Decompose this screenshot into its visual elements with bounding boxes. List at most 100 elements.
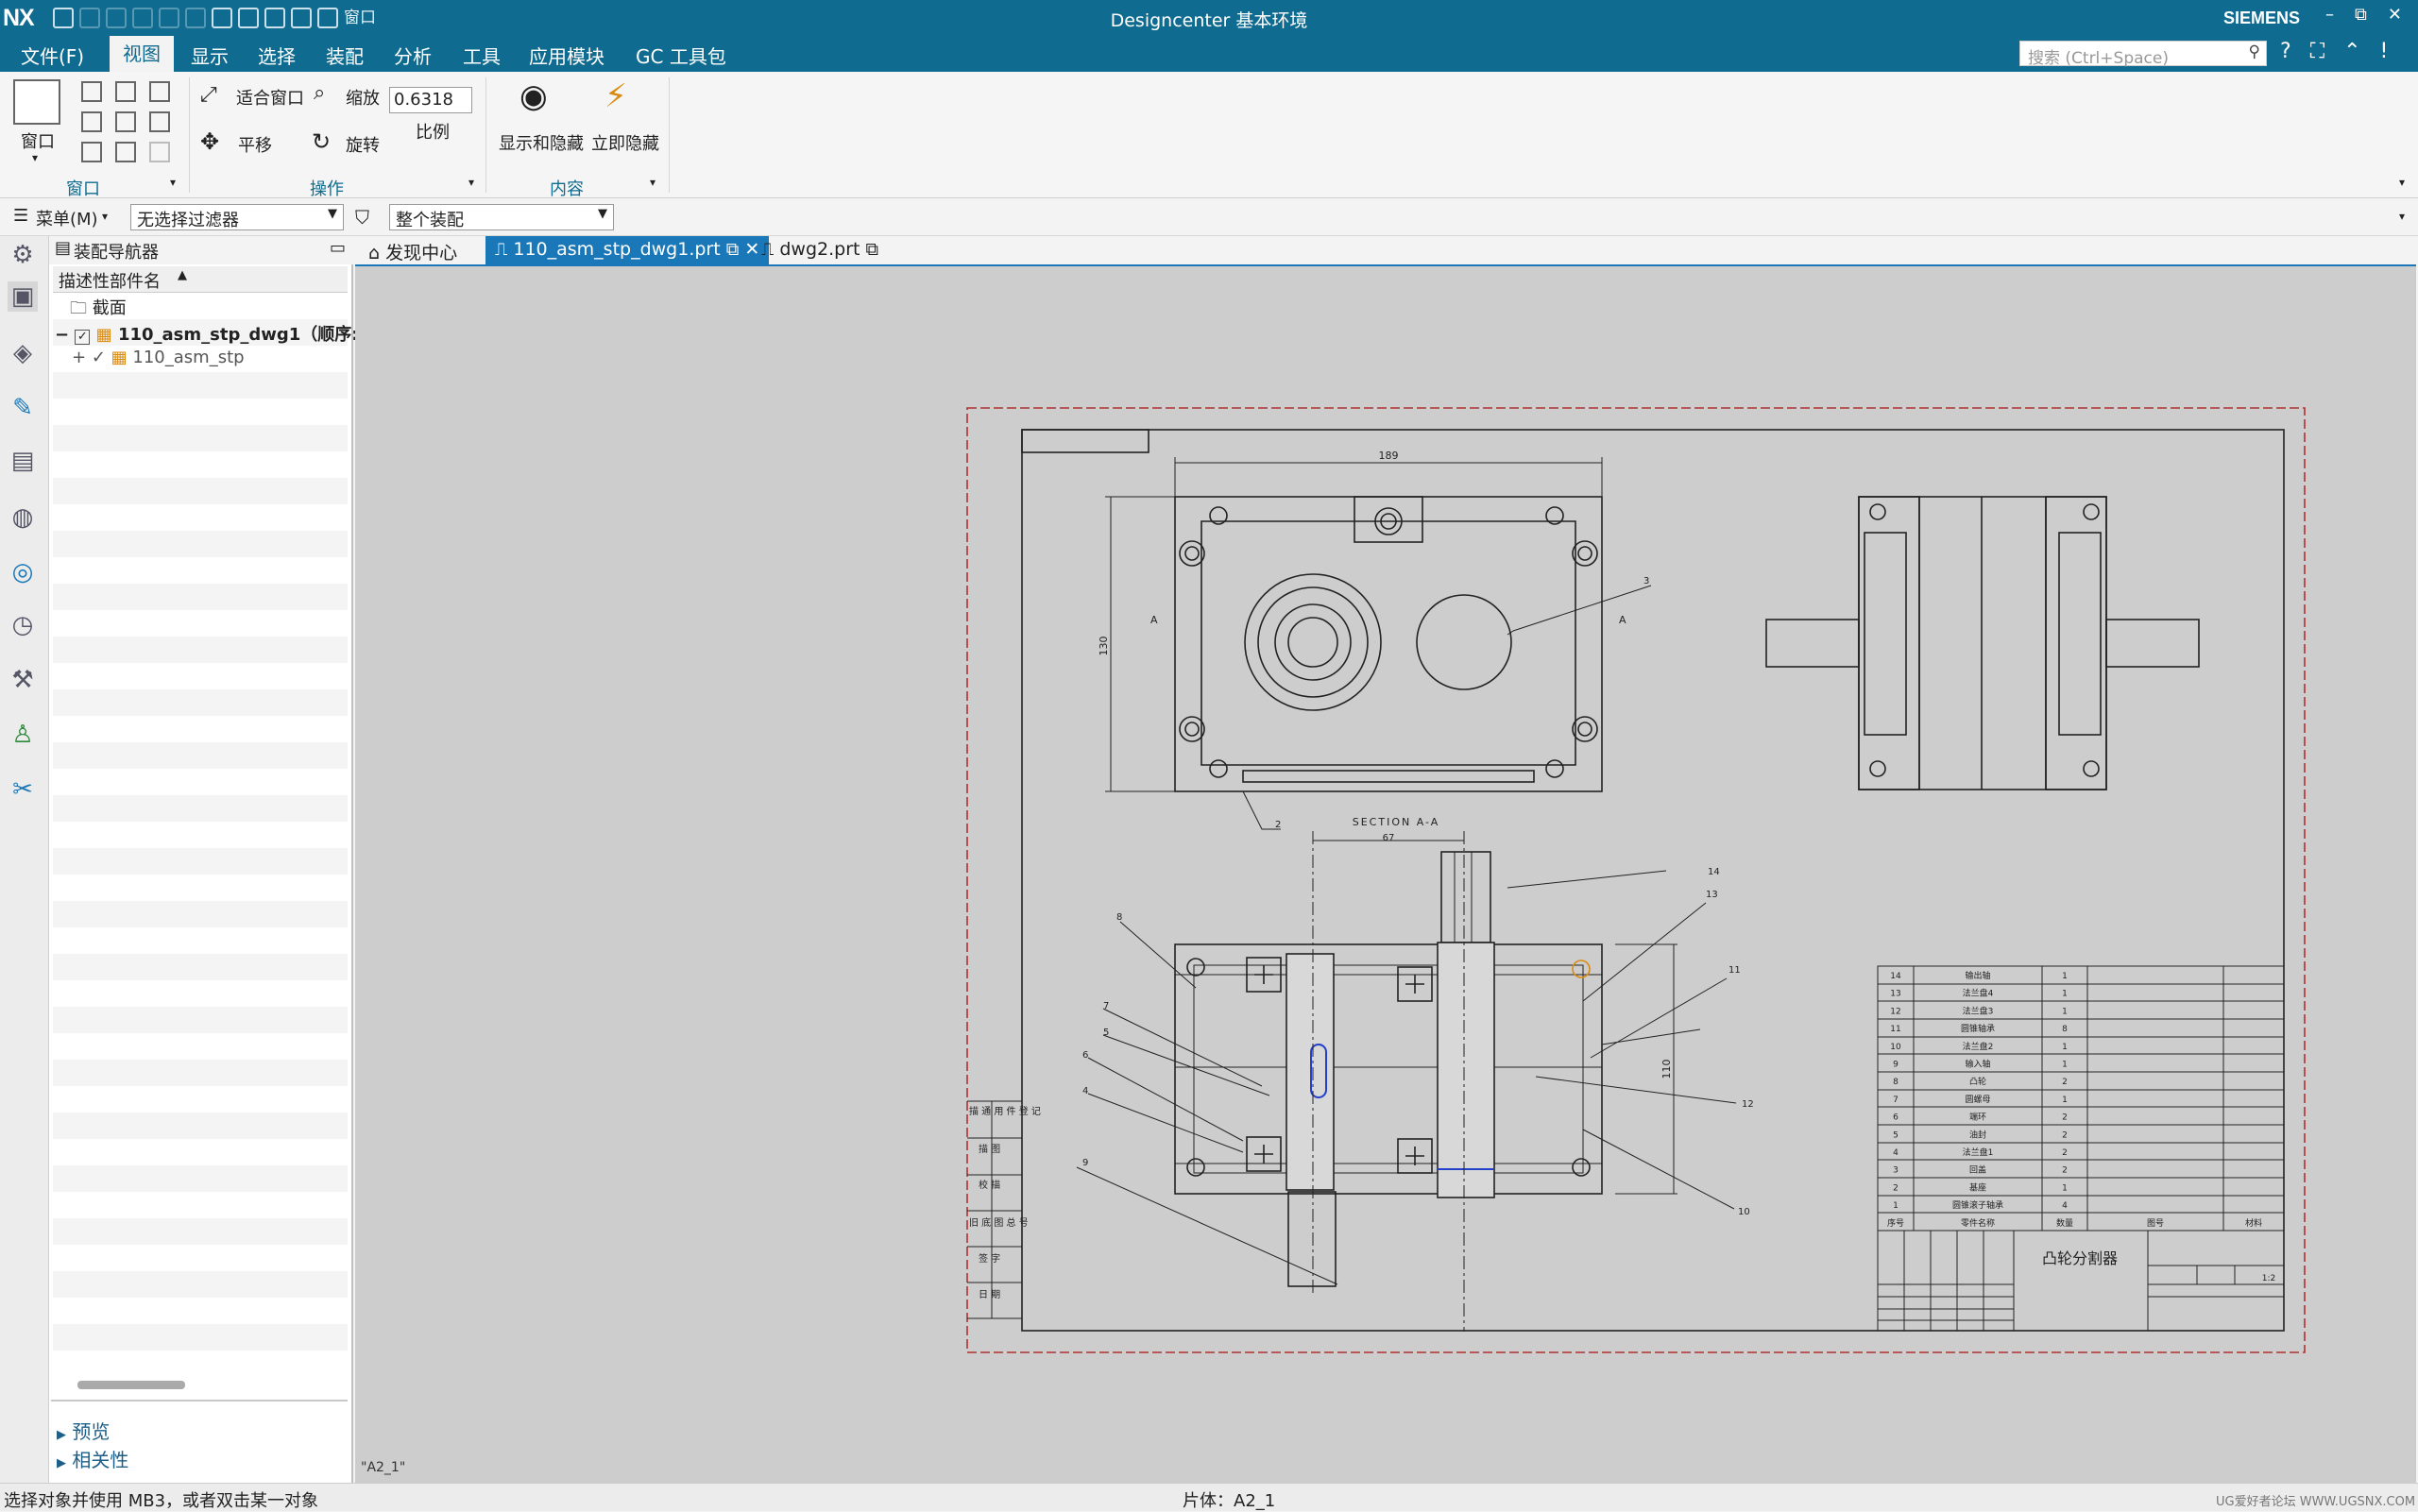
rotate-button[interactable]: 旋转 [346, 132, 380, 157]
bom-header-cell: 图号 [2147, 1218, 2164, 1229]
tab-label: 发现中心 [385, 243, 458, 263]
group-window-expand-icon[interactable]: ▾ [170, 176, 176, 189]
window-dropdown-icon[interactable]: ▾ [32, 151, 38, 164]
layout-four-alt-icon[interactable] [149, 111, 170, 132]
graphics-window[interactable]: 189 130 A A SECTION A-A 67 110 3 2 8 7 5… [355, 264, 2416, 1483]
fit-icon[interactable]: ⤢ [200, 83, 217, 107]
fullscreen-icon[interactable]: ⛶ [2310, 40, 2324, 63]
assembly-part-icon: ▦ [95, 325, 112, 345]
show-hide-button[interactable]: 显示和隐藏 [499, 130, 584, 155]
hide-now-icon[interactable]: ⚡ [604, 77, 627, 115]
maximize-panel-icon[interactable]: ▭ [330, 238, 346, 258]
ribbon-options-icon[interactable]: ▾ [2399, 176, 2405, 189]
menu-button[interactable]: 菜单(M) [36, 206, 98, 230]
menu-gc-toolkit[interactable]: GC 工具包 [636, 42, 726, 69]
group-ops-expand-icon[interactable]: ▾ [468, 176, 474, 189]
sort-ascending-icon[interactable]: ▲ [178, 268, 187, 282]
window-button-label[interactable]: 窗口 [21, 128, 55, 153]
zoom-scale-input[interactable]: 0.6318 [389, 87, 472, 113]
ribbon-separator [189, 77, 190, 193]
layout-six-alt-icon[interactable] [115, 142, 136, 162]
zoom-icon[interactable]: ⌕ [314, 81, 325, 105]
fit-button[interactable]: 适合窗口 [236, 85, 304, 110]
scope-dropdown[interactable]: 整个装配 ▼ [389, 204, 614, 230]
assembly-part-icon: ▦ [111, 348, 128, 367]
settings-icon[interactable]: ⚙ [8, 240, 38, 270]
expand-icon[interactable]: + [72, 348, 86, 367]
hd3d-tools-icon[interactable]: ◍ [8, 502, 38, 533]
roles-icon[interactable]: ♙ [8, 720, 38, 750]
menu-display[interactable]: 显示 [191, 42, 229, 69]
status-message: 选择对象并使用 MB3，或者双击某一对象 [4, 1491, 319, 1511]
command-search-input[interactable]: 搜索 (Ctrl+Space) ⚲ [2019, 41, 2267, 68]
layout-three-icon[interactable] [81, 111, 102, 132]
horizontal-scrollbar[interactable] [77, 1381, 185, 1389]
part-navigator-icon[interactable]: ✎ [8, 393, 38, 423]
window-large-icon[interactable] [13, 79, 60, 125]
reuse-library-icon[interactable]: ▤ [8, 446, 38, 476]
menu-assembly[interactable]: 装配 [326, 42, 364, 69]
layout-single-icon[interactable] [81, 81, 102, 102]
chevron-right-icon: ▶ [57, 1428, 66, 1442]
pan-button[interactable]: 平移 [238, 132, 272, 157]
zoom-button[interactable]: 缩放 [346, 85, 380, 110]
layout-four-icon[interactable] [115, 111, 136, 132]
assembly-navigator-icon[interactable]: ▣ [8, 281, 38, 312]
show-hide-icon[interactable]: ◉ [519, 77, 548, 115]
menu-analysis[interactable]: 分析 [394, 42, 432, 69]
chevron-down-icon: ▼ [598, 207, 607, 221]
menu-select[interactable]: 选择 [258, 42, 296, 69]
web-browser-icon[interactable]: ◎ [8, 557, 38, 587]
history-icon[interactable]: ◷ [8, 610, 38, 640]
callout-11: 11 [1728, 965, 1741, 976]
selection-bar-options-icon[interactable]: ▾ [2399, 210, 2405, 223]
tree-row-sub-assembly[interactable]: + ✓ ▦ 110_asm_stp [72, 348, 245, 367]
minimize-icon[interactable]: – [2325, 5, 2334, 25]
bom-cell: 3 [1893, 1166, 1899, 1176]
bom-cell: 法兰盘4 [1963, 988, 1994, 999]
menu-app-modules[interactable]: 应用模块 [529, 42, 604, 69]
menu-dropdown-icon[interactable]: ▾ [102, 210, 108, 223]
tree-row-root-assembly[interactable]: − ✓ ▦ 110_asm_stp_dwg1（顺序: [55, 321, 358, 346]
bom-cell: 8 [1893, 1078, 1899, 1087]
collapse-icon[interactable]: − [55, 325, 69, 345]
checkbox-icon[interactable]: ✓ [75, 330, 91, 345]
sheet-boundary [966, 407, 2306, 1353]
menu-view[interactable]: 视图 [110, 36, 174, 72]
hide-now-button[interactable]: 立即隐藏 [591, 130, 659, 155]
status-bar: 选择对象并使用 MB3，或者双击某一对象 片体：A2_1 UG爱好者论坛 WWW… [0, 1483, 2418, 1511]
tab-drawing-dwg1[interactable]: ⎍ 110_asm_stp_dwg1.prt ⧉ ✕ [485, 236, 770, 264]
system-materials-icon[interactable]: ✂ [8, 774, 38, 805]
drawing-sheet[interactable]: 189 130 A A SECTION A-A 67 110 3 2 8 7 5… [355, 266, 2416, 1483]
checkmark-icon[interactable]: ✓ [92, 348, 106, 367]
constraint-navigator-icon[interactable]: ◈ [8, 338, 38, 368]
layout-two-vertical-icon[interactable] [115, 81, 136, 102]
search-icon[interactable]: ⚲ [2249, 42, 2260, 61]
restore-icon[interactable]: ⧉ [2355, 5, 2367, 25]
rotate-icon[interactable]: ↻ [312, 128, 331, 155]
drawing-icon: ⎍ [495, 239, 508, 260]
more-icon[interactable]: ! [2380, 40, 2389, 63]
tab-drawing-dwg2[interactable]: ⎍ dwg2.prt ⧉ [752, 236, 888, 264]
assembly-navigator: 装配导航器 ▤ ▭ 描述性部件名 ▲ 🗀 截面 − ✓ ▦ 110_asm_st… [49, 236, 358, 1483]
process-studio-icon[interactable]: ⚒ [8, 665, 38, 695]
group-content-label: 内容 [550, 179, 584, 199]
filter-reset-icon[interactable]: ⛉ [355, 206, 369, 229]
column-header-part-name[interactable]: 描述性部件名 ▲ [53, 266, 348, 293]
tab-discovery-center[interactable]: ⌂ 发现中心 [359, 236, 467, 264]
menu-hamburger-icon[interactable]: ☰ [13, 206, 28, 226]
layout-six-icon[interactable] [81, 142, 102, 162]
type-filter-dropdown[interactable]: 无选择过滤器 ▼ [130, 204, 344, 230]
menu-tools[interactable]: 工具 [463, 42, 501, 69]
dependencies-panel-toggle[interactable]: ▶ 相关性 [57, 1445, 128, 1472]
menu-file[interactable]: 文件(F) [21, 42, 84, 69]
layout-nine-icon[interactable] [149, 142, 170, 162]
pan-icon[interactable]: ✥ [200, 128, 219, 155]
preview-panel-toggle[interactable]: ▶ 预览 [57, 1417, 110, 1444]
close-icon[interactable]: ✕ [2388, 5, 2402, 25]
layout-two-horizontal-icon[interactable] [149, 81, 170, 102]
bom-cell: 2 [2062, 1078, 2068, 1087]
group-content-expand-icon[interactable]: ▾ [650, 176, 656, 189]
collapse-ribbon-icon[interactable]: ⌃ [2343, 40, 2360, 63]
help-icon[interactable]: ? [2280, 40, 2291, 63]
